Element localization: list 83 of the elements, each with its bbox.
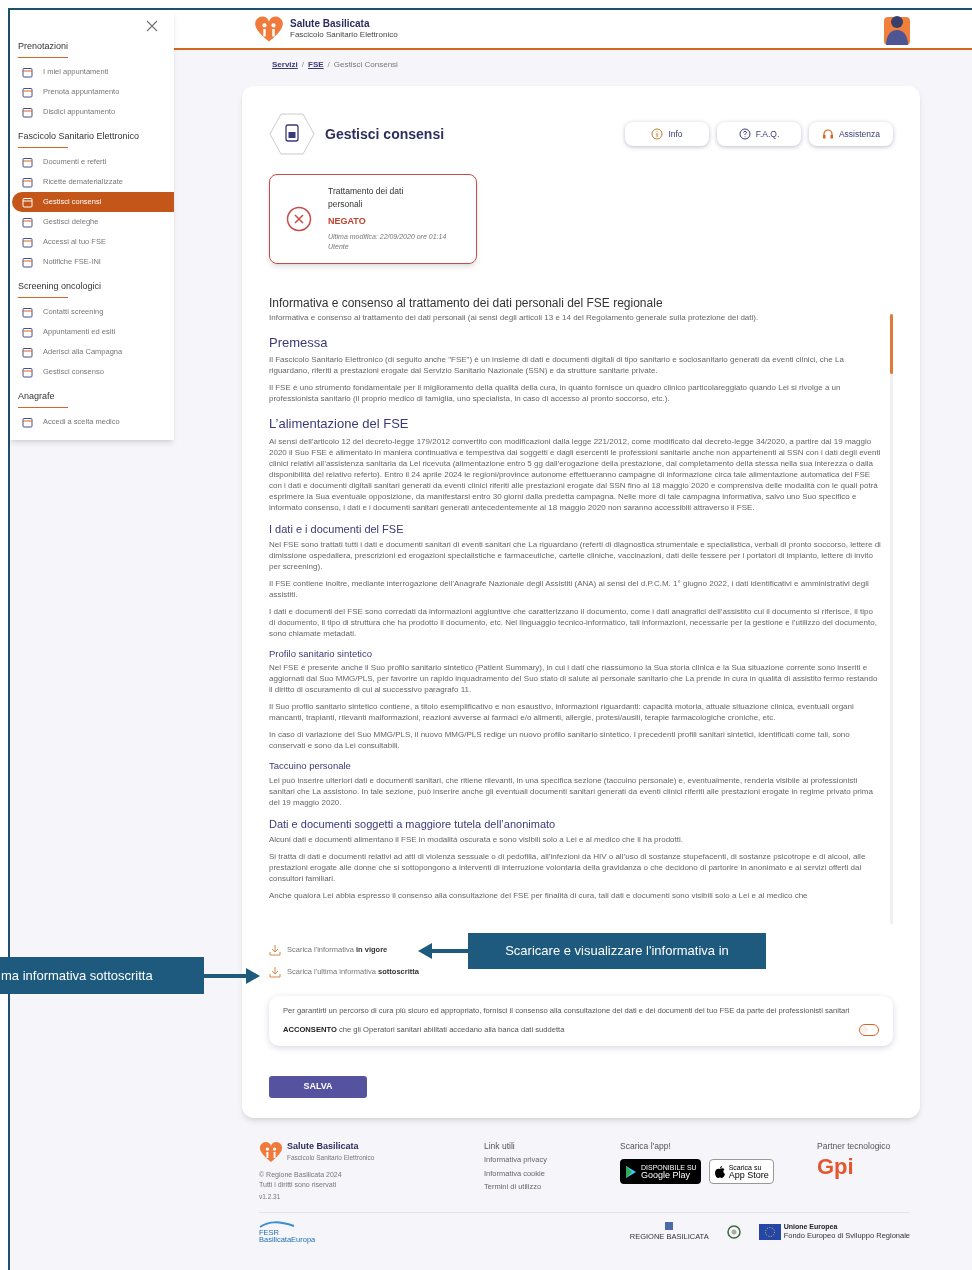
section-title: Fascicolo Sanitario Elettronico — [17, 130, 141, 143]
subsection-heading: Taccuino personale — [269, 759, 352, 774]
square-icon — [22, 156, 33, 168]
breadcrumb-separator: / — [327, 59, 330, 71]
square-icon — [22, 256, 33, 268]
save-button[interactable]: SALVA — [269, 1075, 367, 1098]
section-heading: L’alimentazione del FSE — [269, 415, 410, 433]
badge-store-name: App Store — [728, 1170, 769, 1180]
wave-icon — [259, 1220, 295, 1229]
scrollbar-thumb[interactable] — [890, 313, 893, 374]
paragraph: Alcuni dati e documenti alimentano il FSE in modalità oscurata e sono visibili solo a Lei e al medico che li ha prodotti. — [269, 834, 684, 845]
square-icon — [22, 306, 33, 318]
paragraph: Nel FSE sono trattati tutti i dati e documenti sanitari di eventi sanitari che La riguardano (referti di diagnostica strumentale e specialistica, verbali di pronto soccorso, lettere di dimissione ospedaliera, prescrizioni ed erogazioni specialistiche e farmaceutiche, cartelle cliniche, vaccinazioni, dati delle tessere per i portatori di impianto, lettere di invito per screening). — [269, 539, 881, 572]
info-icon — [651, 128, 664, 140]
footer-heading: Link utili — [484, 1139, 516, 1153]
breadcrumb-current: Gestisci Consensi — [333, 59, 398, 71]
hexagon-lock-icon — [269, 112, 315, 156]
cross-circle-icon — [286, 205, 312, 232]
paragraph: Il FSE contiene inoltre, mediante interrogazione dell’Anagrafe Nazionale degli Assistiti (ANA) ai sensi del d.P.C.M. 1° giugno 2022, i dati identificativi e amministrativi degli assistiti. — [269, 578, 870, 600]
paragraph: Il FSE è uno strumento fondamentale per il miglioramento della qualità della cura, in quanto fornisce un quadro clinico particolareggiato quando Lei si rivolge a un professionista sanitario (il proprio medico di famiglia, uno specialista, in caso di accesso al pronto soccorso, etc.). — [269, 382, 842, 404]
section-title: Screening oncologici — [17, 280, 103, 293]
heart-logo-icon — [259, 1139, 283, 1164]
paragraph: In caso di variazione del Suo MMG/PLS, il nuovo MMG/PLS redige un nuovo profilo sanitario sintetico. I precedenti profili sanitari sintetici, identificati come tali, sono conservati e sono da Lei consultabili. — [269, 729, 851, 752]
callout-arrow — [204, 966, 260, 985]
breadcrumb-link[interactable]: FSE — [308, 59, 324, 71]
paragraph: Nel FSE è presente anche il Suo profilo sanitario sintetico (Patient Summary), in cui i dati che riassumono la Sua storia clinica e la Sua situazione corrente sono inseriti e aggiornati dal Suo MMG/PLS, per favorire un rapido inquadramento del Suo stato di salute al personale sanitario che La prende in cura in qualità di assistito fermo restando il diritto di oscuramento di cui al successivo paragrafo 11. — [269, 662, 879, 696]
square-icon — [22, 346, 33, 358]
paragraph: Si tratta di dati e documenti relativi ad atti di violenza sessuale o di pedofilia, all’infezioni da HIV o all’uso di sostanze stupefacenti, di sostanze psicotrope e di alcool, alle prestazioni erogate alle donne che si sottopongono a interventi di interruzione volontaria della gravidanza o che decidono di partorire in anonimato e ai servizi offerti dai consultori familiari. — [269, 851, 867, 884]
square-icon — [22, 366, 33, 378]
section-heading: I dati e i documenti del FSE — [269, 521, 405, 537]
close-icon — [146, 20, 158, 32]
square-icon — [22, 326, 33, 338]
callout-arrow — [418, 942, 468, 960]
download-icon — [269, 943, 281, 956]
badge-store-name: Google Play — [641, 1170, 691, 1180]
paragraph: Il Suo profilo sanitario sintetico contiene, a titolo esemplificativo e non esaustivo, informazioni riguardanti: capacità motoria, attuale situazione clinica, eventuali organi mancanti, trapianti, rilevanti malformazioni, reazioni avverse ai farmaci e/o alimenti, allergie, protesi/ausili, terapie farmacologiche croniche, etc. — [269, 701, 855, 724]
section-heading: Premessa — [269, 333, 329, 352]
emblem-icon — [726, 1225, 741, 1239]
page-title: Gestisci consensi — [325, 124, 445, 144]
avatar-icon — [884, 13, 910, 45]
heart-logo-icon — [254, 14, 284, 44]
brand-name: Salute Basilicata — [290, 18, 371, 30]
callout-box: Scaricare e visualizzare l'informativa in — [468, 933, 766, 969]
square-icon — [22, 176, 33, 188]
flag-icon — [758, 1224, 781, 1240]
play-triangle-icon — [624, 1164, 638, 1179]
square-icon — [22, 236, 33, 248]
square-icon — [22, 106, 33, 118]
callout-box: ma informativa sottoscritta — [0, 957, 204, 994]
square-icon — [22, 86, 33, 98]
paragraph: Il Fascicolo Sanitario Elettronico (di seguito anche "FSE") è un insieme di dati e documenti digitali di tipo sanitario e sociosanitario generati da eventi clinici, che La riguardano, riferiti a prestazioni erogate dal Servizio Sanitario Nazionale (SSN) e da strutture sanitarie private. — [269, 354, 845, 376]
partner-logo: Gpi — [817, 1156, 855, 1179]
paragraph: Ai sensi dell’articolo 12 del decreto-legge 179/2012 convertito con modificazioni dalla legge 221/2012, come modificato dal decreto-legge 34/2020, a partire dal 19 maggio 2020 il Suo FSE è alimentato in maniera continuativa e tempestiva dai soggetti e dagli esercenti le professioni sanitarie anche non appartenenti al SSN con i dati degli eventi clinici relativi all’assistenza sanitaria da Lei ricevuta (alimentazione entro 5 gg dall’erogazione della prestazione, dal completamento della stessa nella sua interezza o dalla disponibilità del relativo referto). Entro il 24 aprile 2024 le regioni/province autonome effettueranno campagne di informazione circa tale alimentazione automatica del FSE con i dati e documenti digitali sanitari generati da eventi clinici riferiti alle prestazioni erogate dal SSN fino al 18 maggio 2020 e comprensiva delle modalità con le quali potrà esprimere la Sua eventuale opposizione, da manifestarsi entro 30 giorni dalla predetta campagna. Nelle more di tale campagna informativa, salvo uno Suo specifico e informato consenso, i dati e i documenti sanitari generati antecedentemente al 18 maggio 2020 non saranno accessibili attraverso il FSE. — [269, 435, 881, 513]
header-button[interactable]: Info — [625, 122, 709, 146]
headset-icon — [821, 128, 834, 140]
square-icon — [22, 216, 33, 228]
breadcrumb-link[interactable]: Servizi — [272, 59, 298, 71]
breadcrumb-separator: / — [301, 59, 305, 71]
section-heading: Informativa e consenso al trattamento dei dati personali del FSE regionale — [269, 295, 664, 310]
status-title: Trattamento dei dati personali — [328, 185, 405, 211]
header-button[interactable]: F.A.Q. — [717, 122, 801, 146]
subsection-heading: Profilo sanitario sintetico — [269, 647, 373, 661]
brand-subtitle: Fascicolo Sanitario Elettronico — [290, 30, 398, 40]
section-title: Prenotazioni — [17, 40, 70, 53]
consent-toggle[interactable] — [859, 1023, 879, 1036]
status-value: NEGATO — [328, 215, 367, 228]
square-icon — [22, 196, 33, 208]
paragraph: I dati e documenti del FSE sono corredati da informazioni aggiuntive che caratterizzano il documento, come i dati anagrafici dell’assistito cui il documento si riferisce, il tipo di documento, il tipo di struttura che ha prodotto il documento, etc. Nel linguaggio tecnico-informatico, tali informazioni, necessarie per la gestione e l’utilizzo del documento, sono chiamate metadati. — [269, 606, 878, 639]
download-icon — [269, 965, 281, 978]
paragraph: Lei può inserire ulteriori dati e documenti sanitari, che ritiene rilevanti, in una specifica sezione (taccuino personale) e, eventualmente, renderla visibile ai professionisti sanitari che La assistono. In tale sezione, può inserire anche gli eventuali documenti sanitari generati da eventi clinici riferiti alle prestazioni erogate in regime privato prima del 19 maggio 2020. — [269, 774, 874, 808]
close-button[interactable] — [146, 20, 158, 32]
square-icon — [22, 416, 33, 428]
section-heading: Dati e documenti soggetti a maggiore tutela dell’anonimato — [269, 816, 557, 832]
paragraph: Informativa e consenso al trattamento dei dati personali (ai sensi degli articoli 13 e 14 del Regolamento generale sulla protezione dei dati). — [269, 311, 760, 323]
section-title: Anagrafe — [17, 390, 56, 403]
footer-heading: Scarica l'app! — [620, 1139, 672, 1153]
header-button[interactable]: Assistenza — [809, 122, 893, 146]
apple-icon — [713, 1164, 726, 1179]
help-icon — [738, 128, 751, 140]
footer-heading: Partner tecnologico — [817, 1139, 891, 1153]
square-icon — [22, 66, 33, 78]
brand-name: Salute Basilicata — [287, 1139, 360, 1153]
paragraph: Anche qualora Lei abbia espresso il consenso alla consultazione del FSE per finalità di cura, tali dati e documenti sono visibili solo a Lei e al medico che — [269, 890, 809, 901]
